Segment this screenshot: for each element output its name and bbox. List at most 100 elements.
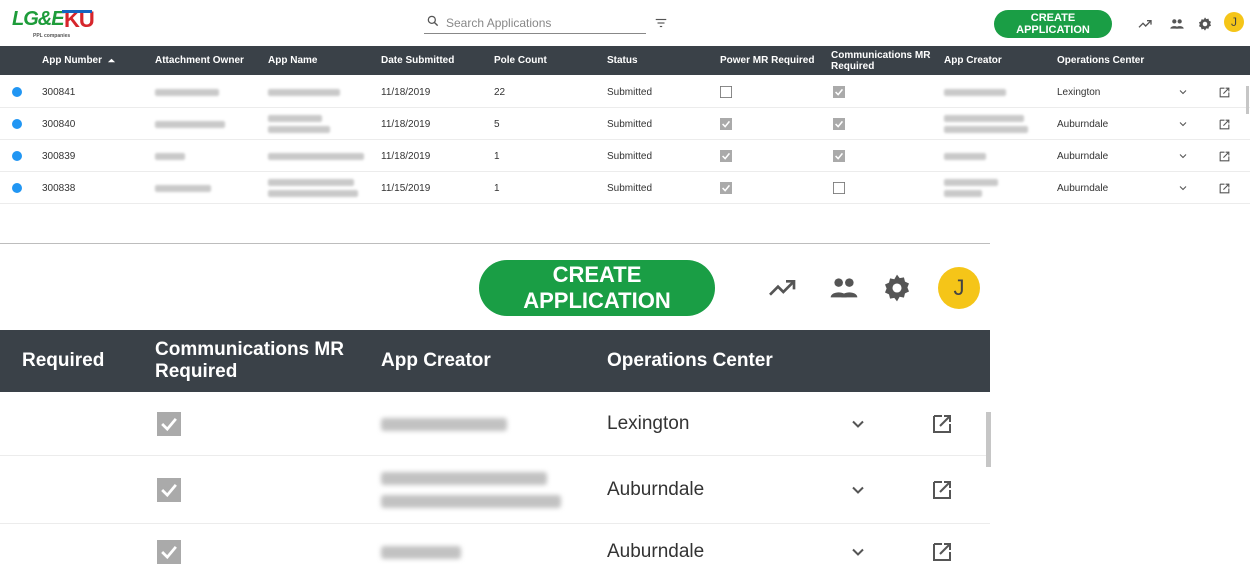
user-avatar-zoomed[interactable]: J — [938, 267, 980, 309]
header-comm-mr[interactable]: Communications MR Required — [155, 330, 355, 392]
header-attachment-owner[interactable]: Attachment Owner — [155, 46, 244, 75]
table-row-zoomed[interactable]: Auburndale — [0, 456, 990, 524]
cell-app-creator — [381, 456, 561, 524]
open-external-icon[interactable] — [1218, 140, 1231, 172]
settings-icon[interactable] — [881, 272, 913, 304]
comm-mr-checkbox[interactable] — [157, 392, 181, 456]
cell-app-name — [268, 140, 364, 172]
header-pole-count[interactable]: Pole Count — [494, 46, 547, 75]
expand-row-chevron-icon[interactable] — [848, 456, 868, 524]
user-avatar[interactable]: J — [1224, 12, 1244, 32]
table-scrollbar[interactable] — [1246, 86, 1249, 114]
power-mr-checkbox[interactable] — [720, 140, 732, 172]
table-row[interactable]: 300839 11/18/2019 1 Submitted Auburndale — [0, 140, 1250, 172]
cell-attachment-owner — [155, 108, 225, 140]
power-mr-checkbox[interactable] — [720, 76, 732, 108]
comm-mr-checkbox[interactable] — [833, 172, 845, 204]
sort-ascending-icon — [107, 58, 116, 63]
trending-up-icon[interactable] — [1137, 16, 1153, 32]
cell-date: 11/18/2019 — [381, 86, 431, 98]
expand-row-chevron-icon[interactable] — [1177, 108, 1189, 140]
cell-app-creator — [944, 172, 998, 204]
cell-app-creator — [944, 140, 986, 172]
search-bar[interactable] — [424, 13, 646, 34]
table-row[interactable]: 300840 11/18/2019 5 Submitted Auburndale — [0, 108, 1250, 140]
people-icon[interactable] — [828, 272, 860, 304]
cell-operations-center: Lexington — [607, 413, 690, 434]
cell-app-number: 300840 — [42, 118, 76, 130]
cell-app-number: 300838 — [42, 182, 76, 194]
status-dot — [12, 87, 22, 97]
header-operations-center[interactable]: Operations Center — [607, 330, 773, 392]
cell-attachment-owner — [155, 76, 219, 108]
create-application-button[interactable]: CREATE APPLICATION — [994, 10, 1112, 38]
comm-mr-checkbox[interactable] — [157, 524, 181, 580]
cell-operations-center: Auburndale — [1057, 118, 1109, 130]
open-external-icon[interactable] — [1218, 76, 1231, 108]
cell-status: Submitted — [607, 86, 653, 98]
cell-operations-center: Auburndale — [1057, 150, 1109, 162]
comm-mr-checkbox[interactable] — [157, 456, 181, 524]
cell-operations-center: Auburndale — [1057, 182, 1109, 194]
power-mr-checkbox[interactable] — [720, 172, 732, 204]
cell-pole-count: 1 — [494, 150, 500, 162]
logo-subtitle: PPL companies — [33, 33, 71, 39]
header-power-mr[interactable]: Power MR Required — [720, 46, 814, 75]
header-operations-center[interactable]: Operations Center — [1057, 46, 1144, 75]
app-header: LG&E KU PPL companies CREATE APPLICATION… — [0, 0, 1250, 46]
create-application-button-zoomed[interactable]: CREATE APPLICATION — [479, 260, 715, 316]
cell-app-number: 300839 — [42, 150, 76, 162]
expand-row-chevron-icon[interactable] — [848, 392, 868, 456]
expand-row-chevron-icon[interactable] — [1177, 140, 1189, 172]
cell-date: 11/18/2019 — [381, 118, 431, 130]
status-dot — [12, 119, 22, 129]
expand-row-chevron-icon[interactable] — [848, 524, 868, 580]
comm-mr-checkbox[interactable] — [833, 76, 845, 108]
cell-app-number: 300841 — [42, 86, 76, 98]
table-scrollbar-zoomed[interactable] — [986, 412, 991, 467]
header-app-creator[interactable]: App Creator — [944, 46, 1002, 75]
table-row[interactable]: 300838 11/15/2019 1 Submitted Auburndale — [0, 172, 1250, 204]
expand-row-chevron-icon[interactable] — [1177, 76, 1189, 108]
search-input[interactable] — [446, 15, 636, 31]
cell-app-name — [268, 172, 358, 204]
search-icon — [427, 15, 439, 27]
status-dot — [12, 151, 22, 161]
status-dot — [12, 183, 22, 193]
open-external-icon[interactable] — [1218, 108, 1231, 140]
cell-pole-count: 5 — [494, 118, 500, 130]
settings-icon[interactable] — [1197, 16, 1213, 32]
trending-up-icon[interactable] — [766, 272, 798, 304]
cell-pole-count: 22 — [494, 86, 506, 98]
open-external-icon[interactable] — [930, 456, 954, 524]
header-app-number[interactable]: App Number — [42, 46, 116, 75]
expand-row-chevron-icon[interactable] — [1177, 172, 1189, 204]
cell-status: Submitted — [607, 118, 653, 130]
cell-app-creator — [944, 76, 1006, 108]
comm-mr-checkbox[interactable] — [833, 140, 845, 172]
cell-app-creator — [381, 524, 461, 580]
cell-operations-center: Lexington — [1057, 86, 1101, 98]
open-external-icon[interactable] — [1218, 172, 1231, 204]
open-external-icon[interactable] — [930, 524, 954, 580]
header-power-mr-partial[interactable]: Required — [22, 330, 104, 392]
open-external-icon[interactable] — [930, 392, 954, 456]
cell-operations-center: Auburndale — [607, 541, 705, 562]
people-icon[interactable] — [1169, 16, 1185, 32]
filter-icon[interactable] — [654, 16, 668, 30]
cell-app-name — [268, 108, 330, 140]
power-mr-checkbox[interactable] — [720, 108, 732, 140]
header-comm-mr[interactable]: Communications MR Required — [831, 46, 931, 75]
header-app-name[interactable]: App Name — [268, 46, 317, 75]
comm-mr-checkbox[interactable] — [833, 108, 845, 140]
company-logo: LG&E KU PPL companies — [12, 7, 112, 39]
table-row-zoomed[interactable]: Auburndale — [0, 524, 990, 585]
header-date-submitted[interactable]: Date Submitted — [381, 46, 454, 75]
header-app-creator[interactable]: App Creator — [381, 330, 491, 392]
header-status[interactable]: Status — [607, 46, 638, 75]
cell-pole-count: 1 — [494, 182, 500, 194]
table-row-zoomed[interactable]: Lexington — [0, 392, 990, 456]
cell-attachment-owner — [155, 172, 211, 204]
table-row[interactable]: 300841 11/18/2019 22 Submitted Lexington — [0, 76, 1250, 108]
logo-lge: LG&E — [12, 8, 65, 30]
